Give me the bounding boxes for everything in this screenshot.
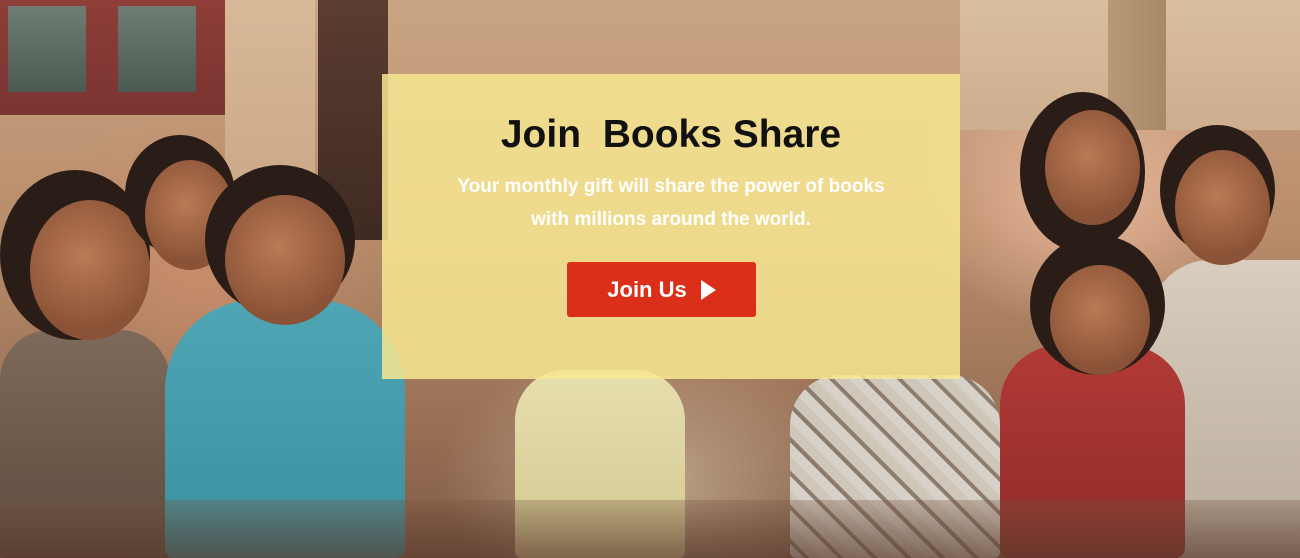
child-face [1045,110,1140,225]
hero-banner: Join Books Share Your monthly gift will … [0,0,1300,558]
join-description-line: Your monthly gift will share the power o… [457,176,885,197]
join-title: Join Books Share [500,113,842,156]
join-us-label: Join Us [607,276,687,302]
child-face [1050,265,1150,375]
join-description-line: with millions around the world. [531,209,811,230]
join-us-button[interactable]: Join Us [567,262,756,317]
window-pane [8,6,86,92]
background-floor [0,500,1300,558]
window-pane [118,6,196,92]
join-description: Your monthly gift will share the power o… [412,170,930,236]
child-face [225,195,345,325]
child-face [1175,150,1270,265]
join-card: Join Books Share Your monthly gift will … [382,74,960,379]
background-window [0,0,225,115]
play-triangle-icon [700,279,716,300]
